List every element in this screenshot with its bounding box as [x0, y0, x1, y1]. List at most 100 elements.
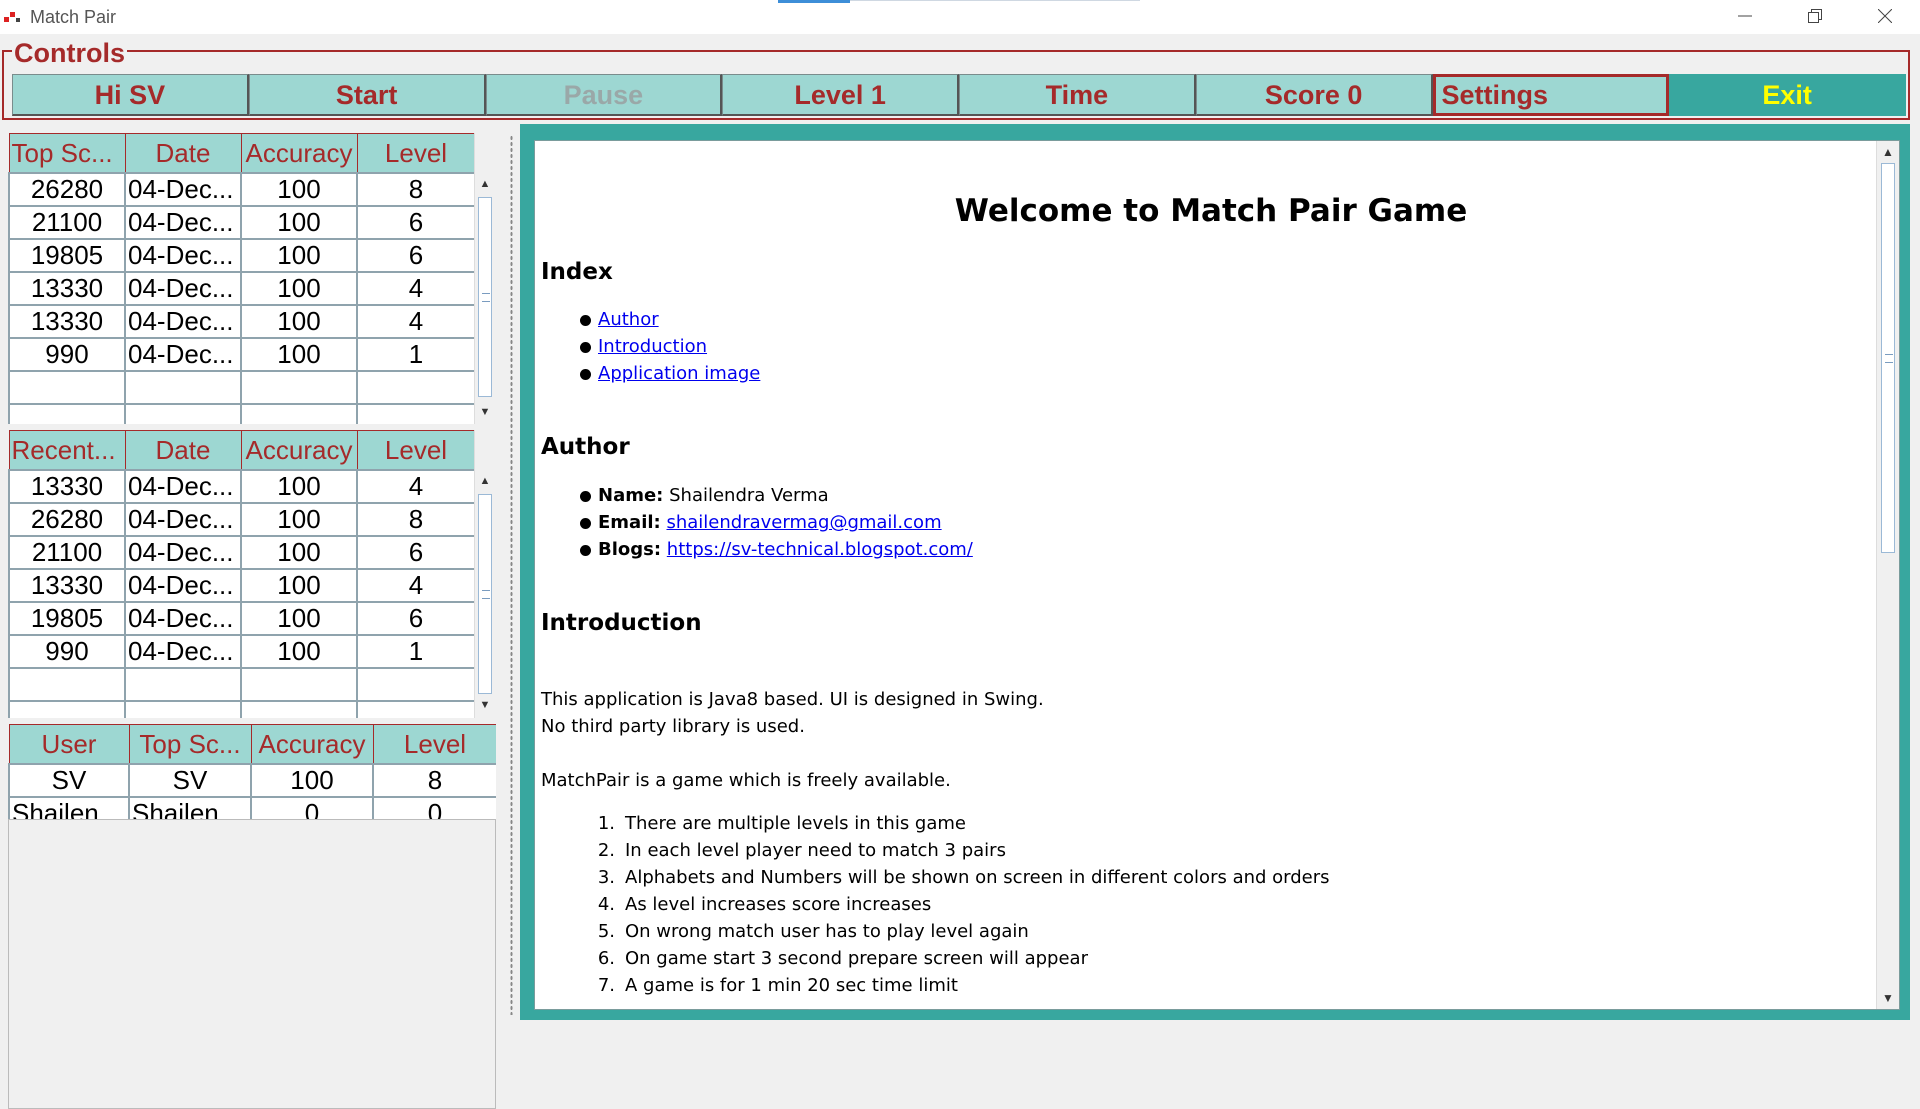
cell-score[interactable]: 19805: [8, 238, 126, 273]
cell-level[interactable]: 6: [356, 601, 476, 636]
top-scores-header-score[interactable]: Top Sc...: [8, 133, 126, 174]
cell-date[interactable]: 04-Dec...: [124, 238, 242, 273]
scroll-down-arrow-icon[interactable]: ▼: [475, 694, 495, 716]
cell-user[interactable]: SV: [8, 763, 130, 798]
cell-accuracy[interactable]: 100: [240, 634, 358, 669]
cell-date[interactable]: 04-Dec...: [124, 535, 242, 570]
cell-accuracy[interactable]: 0: [250, 796, 374, 819]
cell-date[interactable]: 04-Dec...: [124, 634, 242, 669]
cell-level[interactable]: 6: [356, 535, 476, 570]
cell-accuracy[interactable]: 100: [240, 535, 358, 570]
users-header-top-score[interactable]: Top Sc...: [128, 724, 252, 765]
top-scores-header-date[interactable]: Date: [124, 133, 242, 174]
table-row[interactable]: 26280 04-Dec... 100 8: [8, 502, 476, 537]
scroll-down-arrow-icon[interactable]: ▼: [1877, 987, 1899, 1009]
restore-button[interactable]: [1780, 0, 1850, 34]
split-pane-divider[interactable]: [507, 125, 517, 1020]
recent-scores-header-level[interactable]: Level: [356, 430, 476, 471]
table-row[interactable]: 990 04-Dec... 100 1: [8, 634, 476, 669]
users-header-user[interactable]: User: [8, 724, 130, 765]
cell-level[interactable]: 4: [356, 304, 476, 339]
cell-accuracy[interactable]: 100: [240, 304, 358, 339]
cell-level[interactable]: 1: [356, 337, 476, 372]
table-row[interactable]: 13330 04-Dec... 100 4: [8, 304, 476, 339]
blog-link[interactable]: https://sv-technical.blogspot.com/: [667, 539, 973, 560]
scroll-down-arrow-icon[interactable]: ▼: [475, 401, 495, 423]
cell-date[interactable]: 04-Dec...: [124, 304, 242, 339]
cell-level[interactable]: 0: [372, 796, 496, 819]
scroll-thumb[interactable]: [478, 494, 492, 694]
top-scores-scrollbar[interactable]: ▲ ▼: [474, 133, 495, 424]
close-button[interactable]: [1850, 0, 1920, 34]
recent-scores-header-score[interactable]: Recent...: [8, 430, 126, 471]
users-header-level[interactable]: Level: [372, 724, 496, 765]
table-row[interactable]: 21100 04-Dec... 100 6: [8, 205, 476, 240]
scroll-up-arrow-icon[interactable]: ▲: [1877, 141, 1899, 163]
table-row[interactable]: 21100 04-Dec... 100 6: [8, 535, 476, 570]
cell-accuracy[interactable]: 100: [240, 172, 358, 207]
table-row[interactable]: 19805 04-Dec... 100 6: [8, 238, 476, 273]
exit-button[interactable]: Exit: [1669, 74, 1907, 116]
table-row[interactable]: 13330 04-Dec... 100 4: [8, 271, 476, 306]
document-scrollbar[interactable]: ▲ ▼: [1876, 141, 1899, 1009]
settings-button[interactable]: Settings: [1432, 74, 1670, 116]
recent-scores-header-date[interactable]: Date: [124, 430, 242, 471]
table-row[interactable]: 19805 04-Dec... 100 6: [8, 601, 476, 636]
cell-accuracy[interactable]: 100: [240, 601, 358, 636]
table-row[interactable]: 26280 04-Dec... 100 8: [8, 172, 476, 207]
cell-level[interactable]: 8: [372, 763, 496, 798]
cell-date[interactable]: 04-Dec...: [124, 271, 242, 306]
table-row[interactable]: Shailen... Shailen... 0 0: [8, 796, 496, 819]
scroll-up-arrow-icon[interactable]: ▲: [475, 470, 495, 492]
start-button[interactable]: Start: [248, 74, 486, 116]
cell-accuracy[interactable]: 100: [240, 502, 358, 537]
minimize-button[interactable]: [1710, 0, 1780, 34]
top-scores-header-level[interactable]: Level: [356, 133, 476, 174]
cell-level[interactable]: 6: [356, 205, 476, 240]
cell-score[interactable]: 21100: [8, 535, 126, 570]
cell-score[interactable]: 990: [8, 634, 126, 669]
cell-accuracy[interactable]: 100: [240, 205, 358, 240]
link-application-image[interactable]: Application image: [598, 363, 760, 384]
cell-score[interactable]: 13330: [8, 304, 126, 339]
scroll-thumb[interactable]: [1881, 163, 1895, 553]
email-link[interactable]: shailendravermag@gmail.com: [666, 512, 941, 533]
recent-scores-header-accuracy[interactable]: Accuracy: [240, 430, 358, 471]
users-header-accuracy[interactable]: Accuracy: [250, 724, 374, 765]
scroll-up-arrow-icon[interactable]: ▲: [475, 173, 495, 195]
link-author[interactable]: Author: [598, 309, 659, 330]
hi-user-button[interactable]: Hi SV: [12, 74, 249, 116]
table-row[interactable]: SV SV 100 8: [8, 763, 496, 798]
cell-score[interactable]: 13330: [8, 568, 126, 603]
cell-level[interactable]: 4: [356, 469, 476, 504]
cell-date[interactable]: 04-Dec...: [124, 172, 242, 207]
cell-score[interactable]: 19805: [8, 601, 126, 636]
cell-level[interactable]: 1: [356, 634, 476, 669]
cell-accuracy[interactable]: 100: [240, 337, 358, 372]
cell-score[interactable]: 13330: [8, 469, 126, 504]
cell-score[interactable]: 26280: [8, 172, 126, 207]
table-row[interactable]: 13330 04-Dec... 100 4: [8, 469, 476, 504]
cell-level[interactable]: 4: [356, 271, 476, 306]
cell-score[interactable]: 990: [8, 337, 126, 372]
cell-level[interactable]: 6: [356, 238, 476, 273]
score-button[interactable]: Score 0: [1195, 74, 1433, 116]
cell-level[interactable]: 8: [356, 502, 476, 537]
cell-date[interactable]: 04-Dec...: [124, 601, 242, 636]
pause-button[interactable]: Pause: [485, 74, 723, 116]
cell-top-score[interactable]: Shailen...: [128, 796, 252, 819]
cell-date[interactable]: 04-Dec...: [124, 568, 242, 603]
time-button[interactable]: Time: [959, 74, 1196, 116]
cell-accuracy[interactable]: 100: [240, 568, 358, 603]
cell-level[interactable]: 8: [356, 172, 476, 207]
level-button[interactable]: Level 1: [722, 74, 959, 116]
cell-accuracy[interactable]: 100: [240, 238, 358, 273]
cell-top-score[interactable]: SV: [128, 763, 252, 798]
cell-score[interactable]: 26280: [8, 502, 126, 537]
top-scores-header-accuracy[interactable]: Accuracy: [240, 133, 358, 174]
cell-accuracy[interactable]: 100: [240, 469, 358, 504]
cell-date[interactable]: 04-Dec...: [124, 337, 242, 372]
cell-date[interactable]: 04-Dec...: [124, 205, 242, 240]
cell-date[interactable]: 04-Dec...: [124, 469, 242, 504]
table-row[interactable]: 990 04-Dec... 100 1: [8, 337, 476, 372]
